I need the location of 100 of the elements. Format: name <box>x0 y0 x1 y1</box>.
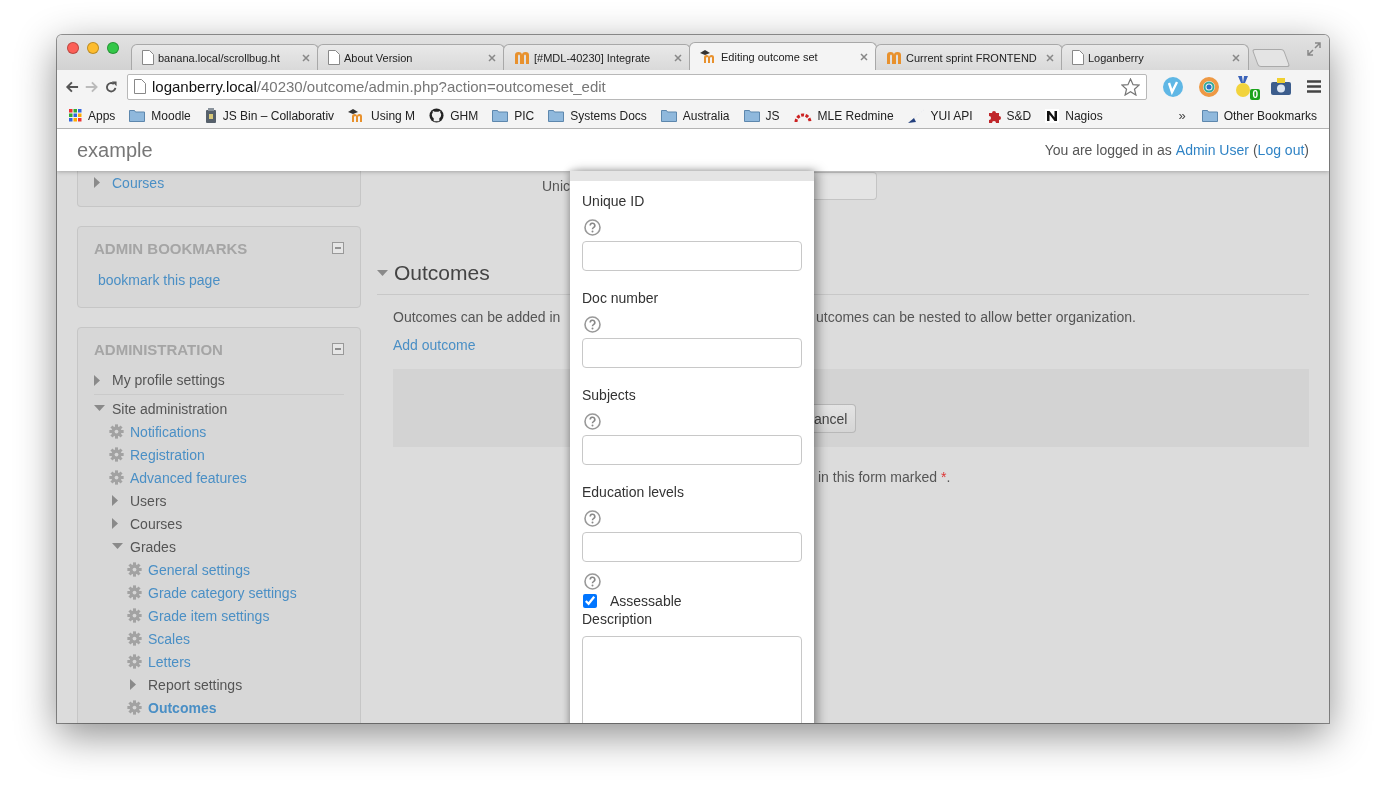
browser-tab[interactable]: Editing outcome set <box>689 42 877 70</box>
paren: ) <box>1304 142 1309 158</box>
input-field[interactable] <box>814 172 877 200</box>
minimize-button[interactable] <box>87 41 99 54</box>
medal-icon[interactable] <box>1235 75 1251 98</box>
browser-tab[interactable]: [#MDL-40230] Integrate <box>503 44 691 70</box>
site-name[interactable]: example <box>77 138 153 162</box>
help-icon[interactable] <box>584 509 601 527</box>
close-button[interactable] <box>67 41 79 54</box>
folder-icon <box>660 109 677 122</box>
field-label: Subjects <box>582 387 637 405</box>
help-icon[interactable] <box>584 315 601 333</box>
caret-right-icon[interactable] <box>130 679 137 690</box>
bookmark-item[interactable]: Apps <box>63 106 122 125</box>
bookmark-item[interactable]: MLE Redmine <box>787 106 900 125</box>
browser-tab[interactable]: banana.local/scrollbug.ht <box>131 44 319 70</box>
field-label: Description <box>582 611 654 629</box>
ring-icon[interactable] <box>1199 76 1219 97</box>
bookmark-item[interactable]: Nagios <box>1039 106 1109 125</box>
tree-item[interactable]: Report settings <box>148 676 243 693</box>
cancel-button[interactable]: ancel <box>814 404 857 433</box>
gear-icon <box>109 447 124 462</box>
caret-down-icon[interactable] <box>377 269 388 277</box>
close-icon[interactable] <box>488 53 496 62</box>
bin-icon <box>204 108 217 123</box>
checkbox[interactable] <box>583 594 597 608</box>
star-icon[interactable] <box>1121 77 1140 96</box>
caret-right-icon[interactable] <box>112 518 119 529</box>
folder-icon <box>129 109 146 122</box>
input-field[interactable] <box>582 241 802 271</box>
close-icon[interactable] <box>860 52 868 61</box>
zoom-button[interactable] <box>107 41 119 54</box>
paren: ( <box>1252 142 1258 158</box>
bookmark-item[interactable]: PIC <box>486 106 541 125</box>
caret-right-icon[interactable] <box>94 374 101 386</box>
arch-icon <box>886 51 902 64</box>
v-circle-icon[interactable] <box>1163 76 1183 97</box>
help-icon[interactable] <box>584 572 601 590</box>
browser-tab[interactable]: Loganberry <box>1061 44 1249 70</box>
input-field[interactable] <box>582 435 802 465</box>
tree-item[interactable]: Grades <box>130 538 176 555</box>
gear-icon <box>109 470 124 485</box>
input-field[interactable] <box>582 532 802 562</box>
field-label: Doc number <box>582 290 660 308</box>
gear-icon <box>127 700 142 715</box>
gear-icon <box>127 631 142 646</box>
input-field[interactable] <box>582 338 802 368</box>
bookmark-item[interactable]: YUI API <box>901 106 979 125</box>
gear-icon <box>127 608 142 623</box>
bookmark-item[interactable]: JS <box>737 106 786 125</box>
folder-icon <box>492 109 509 122</box>
caret-right-icon[interactable] <box>94 177 101 188</box>
badge-count: 0 <box>1250 88 1260 100</box>
collapse-icon[interactable] <box>332 343 344 355</box>
bookmark-item[interactable]: Australia <box>654 106 736 125</box>
apps-icon <box>69 109 82 122</box>
caret-down-icon[interactable] <box>94 405 105 412</box>
tree-item[interactable]: Site administration <box>112 400 228 417</box>
field-label: Unique ID <box>582 193 646 211</box>
camera-icon[interactable] <box>1271 78 1291 95</box>
page-icon <box>1072 50 1084 65</box>
folder-icon <box>548 109 565 122</box>
tree-item[interactable]: Courses <box>130 515 183 532</box>
browser-tab[interactable]: Current sprint FRONTEND <box>875 44 1063 70</box>
cap-icon <box>700 50 717 63</box>
bookmark-item[interactable]: Systems Docs <box>542 106 653 125</box>
logout-link[interactable]: Log out <box>1257 142 1305 158</box>
bookmark-item[interactable]: Other Bookmarks <box>1195 106 1323 125</box>
new-tab-button[interactable] <box>1251 49 1291 67</box>
bookmark-item[interactable]: Moodle <box>123 106 197 125</box>
checkbox-label: Assessable <box>610 593 682 609</box>
cat-icon <box>429 108 445 123</box>
help-icon[interactable] <box>584 218 601 236</box>
caret-right-icon[interactable] <box>112 495 119 506</box>
field-label: Unic <box>541 177 570 194</box>
user-link[interactable]: Admin User <box>1175 142 1249 158</box>
gear-icon <box>127 585 142 600</box>
help-icon[interactable] <box>584 412 601 430</box>
overflow-button[interactable]: » <box>1170 108 1194 123</box>
caret-down-icon[interactable] <box>112 543 123 550</box>
browser-tab[interactable]: About Version <box>317 44 505 70</box>
section-heading: Outcomes <box>394 261 490 285</box>
intro-text: utcomes can be nested to allow better organization. <box>816 309 1137 325</box>
page-icon <box>142 50 154 65</box>
collapse-icon[interactable] <box>332 242 344 254</box>
close-icon[interactable] <box>1046 53 1054 62</box>
bookmark-item[interactable]: GHM <box>423 106 485 125</box>
tree-item[interactable]: My profile settings <box>112 372 225 388</box>
close-icon[interactable] <box>1232 53 1240 62</box>
tree-item[interactable]: Users <box>130 492 167 509</box>
arch-icon <box>514 51 530 64</box>
close-icon[interactable] <box>302 53 310 62</box>
gear-icon <box>109 424 124 439</box>
close-icon[interactable] <box>674 53 682 62</box>
folder-icon <box>743 109 760 122</box>
bookmark-item[interactable]: Using M <box>342 106 422 125</box>
address-bar[interactable]: loganberry.local/40230/outcome/admin.php?action=outcomeset_edit <box>127 73 1147 100</box>
bookmark-item[interactable]: JS Bin – Collaborativ <box>198 106 341 125</box>
menu-icon[interactable] <box>1307 80 1321 93</box>
bookmark-item[interactable]: S&D <box>980 106 1038 125</box>
